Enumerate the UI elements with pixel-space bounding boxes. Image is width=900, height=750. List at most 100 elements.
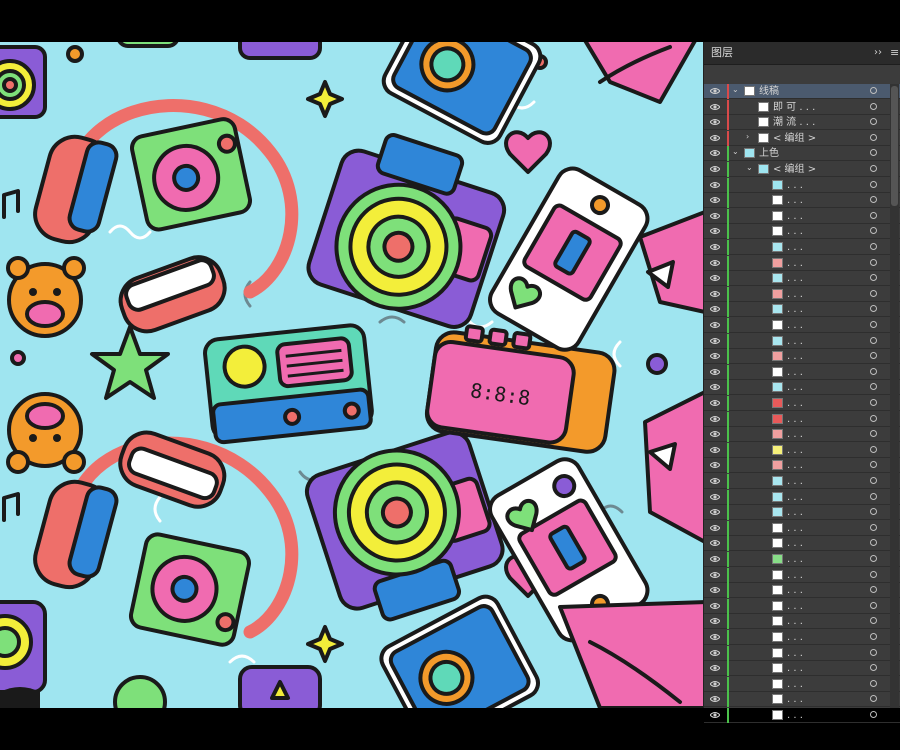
eye-visibility-icon[interactable]	[710, 118, 720, 126]
layer-row[interactable]: . . .	[704, 583, 900, 599]
layer-name[interactable]: . . .	[787, 458, 803, 473]
layer-row[interactable]: . . .	[704, 614, 900, 630]
layer-row[interactable]: . . .	[704, 380, 900, 396]
target-circle-icon[interactable]	[870, 274, 877, 282]
layer-row[interactable]: 即 可 . . .	[704, 99, 900, 115]
eye-visibility-icon[interactable]	[710, 461, 720, 469]
layer-name[interactable]: . . .	[787, 614, 803, 629]
layer-name[interactable]: . . .	[787, 287, 803, 302]
eye-visibility-icon[interactable]	[710, 337, 720, 345]
layer-name[interactable]: . . .	[787, 302, 803, 317]
layer-row[interactable]: . . .	[704, 552, 900, 567]
target-circle-icon[interactable]	[870, 430, 877, 438]
layer-name[interactable]: 即 可 . . .	[773, 100, 815, 115]
eye-visibility-icon[interactable]	[710, 415, 720, 423]
layer-name[interactable]: 潮 流 . . .	[773, 115, 815, 130]
layer-name[interactable]: . . .	[787, 334, 803, 349]
chevron-down-icon[interactable]: ⌄	[732, 147, 739, 156]
layer-name[interactable]: . . .	[787, 708, 803, 723]
layer-row[interactable]: . . .	[704, 240, 900, 255]
eye-visibility-icon[interactable]	[710, 680, 720, 688]
eye-visibility-icon[interactable]	[710, 305, 720, 313]
target-circle-icon[interactable]	[870, 633, 877, 640]
layer-row[interactable]: 潮 流 . . .	[704, 115, 900, 131]
layer-name[interactable]: . . .	[787, 443, 803, 458]
layer-name[interactable]: . . .	[787, 583, 803, 598]
layer-name[interactable]: . . .	[787, 474, 803, 489]
layer-row[interactable]: . . .	[704, 224, 900, 240]
eye-visibility-icon[interactable]	[710, 274, 720, 282]
eye-visibility-icon[interactable]	[710, 633, 720, 641]
layer-row[interactable]: . . .	[704, 442, 900, 458]
layer-row[interactable]: › < 编组 >	[704, 130, 900, 146]
target-circle-icon[interactable]	[870, 149, 877, 157]
target-circle-icon[interactable]	[870, 461, 877, 469]
scrollbar-thumb[interactable]	[891, 86, 898, 206]
eye-visibility-icon[interactable]	[710, 259, 720, 267]
target-circle-icon[interactable]	[870, 196, 877, 204]
layer-row[interactable]: . . .	[704, 536, 900, 552]
layer-name[interactable]: < 编组 >	[773, 131, 816, 146]
layer-name[interactable]: . . .	[787, 396, 803, 411]
layer-row[interactable]: ⌄ < 编组 >	[704, 162, 900, 177]
eye-visibility-icon[interactable]	[710, 664, 720, 672]
layer-row[interactable]: . . .	[704, 349, 900, 365]
layer-row[interactable]: . . .	[704, 692, 900, 708]
eye-visibility-icon[interactable]	[710, 87, 720, 95]
target-circle-icon[interactable]	[870, 367, 877, 375]
layer-name[interactable]: . . .	[787, 178, 803, 193]
target-circle-icon[interactable]	[870, 679, 877, 687]
layer-name[interactable]: . . .	[787, 630, 803, 645]
target-circle-icon[interactable]	[870, 243, 877, 250]
hamburger-menu-icon[interactable]: ≡	[890, 42, 899, 64]
layer-name[interactable]: . . .	[787, 490, 803, 505]
chevron-right-icon[interactable]: ›	[746, 132, 749, 141]
layer-row[interactable]: . . .	[704, 396, 900, 411]
layer-name[interactable]: . . .	[787, 536, 803, 551]
target-circle-icon[interactable]	[870, 664, 877, 672]
eye-visibility-icon[interactable]	[710, 134, 720, 142]
layer-row[interactable]: . . .	[704, 598, 900, 614]
target-circle-icon[interactable]	[870, 336, 877, 344]
target-circle-icon[interactable]	[870, 289, 877, 297]
chevron-down-icon[interactable]: ⌄	[732, 85, 739, 94]
eye-visibility-icon[interactable]	[710, 539, 720, 547]
target-circle-icon[interactable]	[870, 258, 877, 266]
eye-visibility-icon[interactable]	[710, 430, 720, 438]
layer-row[interactable]: . . .	[704, 630, 900, 645]
layer-row[interactable]: . . .	[704, 193, 900, 209]
layer-row[interactable]: . . .	[704, 520, 900, 536]
target-circle-icon[interactable]	[870, 601, 877, 609]
eye-visibility-icon[interactable]	[710, 368, 720, 376]
layer-row[interactable]: . . .	[704, 567, 900, 583]
layer-name[interactable]: . . .	[787, 521, 803, 536]
target-circle-icon[interactable]	[870, 87, 877, 94]
target-circle-icon[interactable]	[870, 492, 877, 500]
target-circle-icon[interactable]	[870, 445, 877, 453]
eye-visibility-icon[interactable]	[710, 181, 720, 189]
eye-visibility-icon[interactable]	[710, 290, 720, 298]
target-circle-icon[interactable]	[870, 305, 877, 313]
layer-name[interactable]: . . .	[787, 318, 803, 333]
target-circle-icon[interactable]	[870, 414, 877, 422]
layer-name[interactable]: . . .	[787, 661, 803, 676]
layer-name[interactable]: . . .	[787, 692, 803, 707]
layer-name[interactable]: . . .	[787, 224, 803, 239]
layer-name[interactable]: . . .	[787, 365, 803, 380]
eye-visibility-icon[interactable]	[710, 649, 720, 657]
layer-row[interactable]: . . .	[704, 505, 900, 521]
target-circle-icon[interactable]	[870, 523, 877, 531]
layer-name[interactable]: . . .	[787, 209, 803, 224]
eye-visibility-icon[interactable]	[710, 165, 720, 173]
target-circle-icon[interactable]	[870, 180, 877, 188]
eye-visibility-icon[interactable]	[710, 493, 720, 501]
layer-row[interactable]: ⌄ 上色	[704, 146, 900, 162]
layer-name[interactable]: . . .	[787, 349, 803, 364]
eye-visibility-icon[interactable]	[710, 352, 720, 360]
layer-row[interactable]: . . .	[704, 271, 900, 287]
target-circle-icon[interactable]	[870, 477, 877, 484]
eye-visibility-icon[interactable]	[710, 103, 720, 111]
eye-visibility-icon[interactable]	[710, 446, 720, 454]
eye-visibility-icon[interactable]	[710, 695, 720, 703]
layer-name[interactable]: . . .	[787, 646, 803, 661]
